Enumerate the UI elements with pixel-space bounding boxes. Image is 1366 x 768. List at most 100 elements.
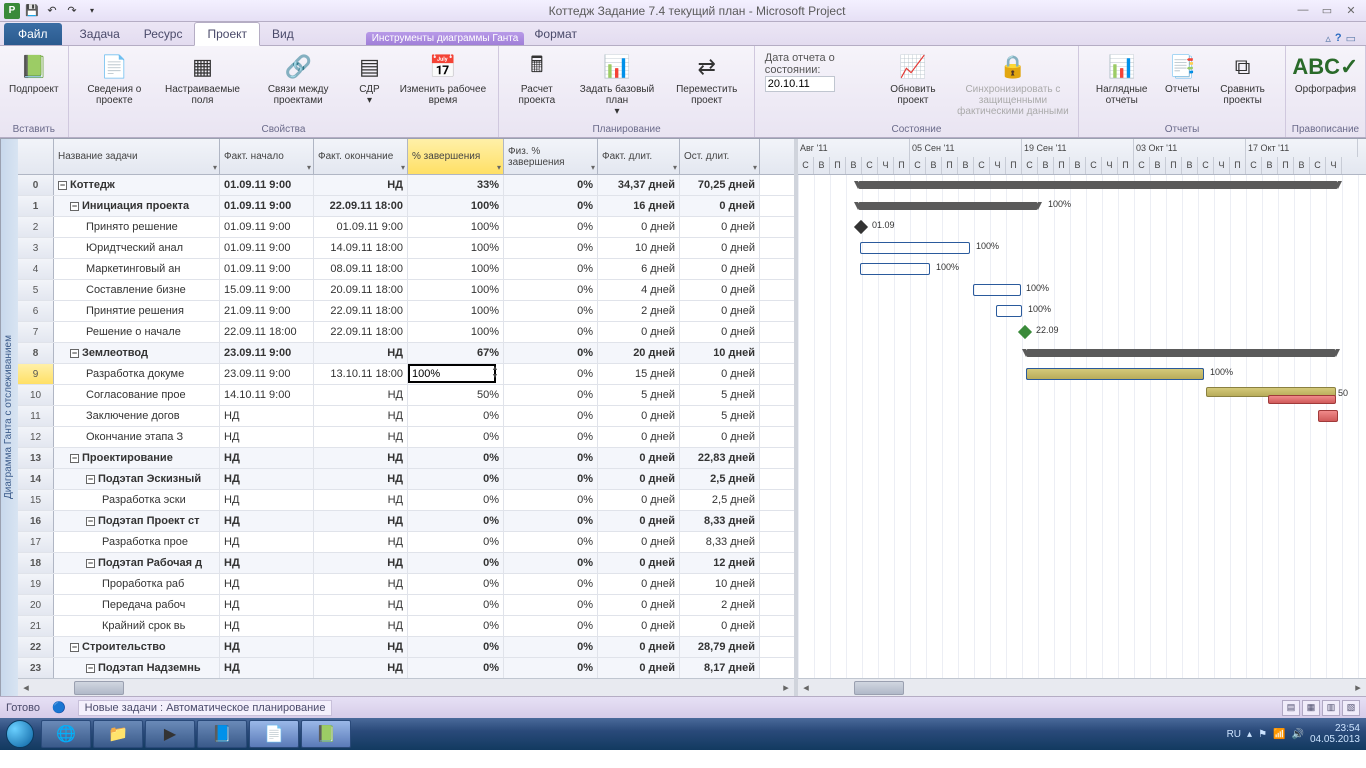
cell-dur[interactable]: 0 дней xyxy=(598,448,680,468)
outline-toggle-icon[interactable]: − xyxy=(70,202,79,211)
taskbar-explorer[interactable]: 📁 xyxy=(93,720,143,748)
cell-start[interactable]: 01.09.11 9:00 xyxy=(220,196,314,216)
tl-day[interactable]: С xyxy=(1198,157,1214,175)
cell-name[interactable]: −Проектирование xyxy=(54,448,220,468)
project-info-button[interactable]: 📄Сведения о проекте xyxy=(73,48,157,109)
tl-day[interactable]: В xyxy=(958,157,974,175)
tl-day[interactable]: П xyxy=(1118,157,1134,175)
wbs-button[interactable]: ▤СДР▾ xyxy=(349,48,389,109)
table-row[interactable]: 2Принято решение01.09.11 9:0001.09.11 9:… xyxy=(18,217,794,238)
row-header[interactable]: 9 xyxy=(18,364,54,384)
row-header[interactable]: 7 xyxy=(18,322,54,342)
scroll-thumb[interactable] xyxy=(74,681,124,695)
cell-start[interactable]: НД xyxy=(220,637,314,657)
table-row[interactable]: 15Разработка эскиНДНД0%0%0 дней2,5 дней xyxy=(18,490,794,511)
cell-start[interactable]: 23.09.11 9:00 xyxy=(220,343,314,363)
outline-toggle-icon[interactable]: − xyxy=(86,475,95,484)
row-header[interactable]: 2 xyxy=(18,217,54,237)
cell-start[interactable]: НД xyxy=(220,448,314,468)
cell-end[interactable]: НД xyxy=(314,532,408,552)
row-header[interactable]: 16 xyxy=(18,511,54,531)
cell-start[interactable]: НД xyxy=(220,511,314,531)
view-team-icon[interactable]: ▥ xyxy=(1322,700,1340,716)
baseline-button[interactable]: 📊Задать базовый план▾ xyxy=(572,48,661,120)
cell-pct[interactable]: 100% xyxy=(408,217,504,237)
update-project-button[interactable]: 📈Обновить проект xyxy=(876,48,950,109)
cell-start[interactable]: НД xyxy=(220,532,314,552)
cell-pct[interactable]: 0% xyxy=(408,490,504,510)
cell-rem[interactable]: 12 дней xyxy=(680,553,760,573)
cell-dur[interactable]: 20 дней xyxy=(598,343,680,363)
table-row[interactable]: 16−Подэтап Проект стНДНД0%0%0 дней8,33 д… xyxy=(18,511,794,532)
cell-end[interactable]: 20.09.11 18:00 xyxy=(314,280,408,300)
cell-name[interactable]: Разработка прое xyxy=(54,532,220,552)
cell-start[interactable]: 01.09.11 9:00 xyxy=(220,259,314,279)
spelling-button[interactable]: ABC✓Орфография xyxy=(1290,48,1361,98)
col-header-dur[interactable]: Факт. длит.▾ xyxy=(598,139,680,174)
cell-pct[interactable]: 0% xyxy=(408,553,504,573)
table-row[interactable]: 12Окончание этапа ЗНДНД0%0%0 дней0 дней xyxy=(18,427,794,448)
row-header[interactable]: 15 xyxy=(18,490,54,510)
cell-phys[interactable]: 0% xyxy=(504,196,598,216)
cell-phys[interactable]: 0% xyxy=(504,385,598,405)
cell-name[interactable]: Окончание этапа З xyxy=(54,427,220,447)
cell-phys[interactable]: 0% xyxy=(504,364,598,384)
row-header[interactable]: 22 xyxy=(18,637,54,657)
outline-toggle-icon[interactable]: − xyxy=(70,643,79,652)
cell-dur[interactable]: 0 дней xyxy=(598,217,680,237)
cell-rem[interactable]: 0 дней xyxy=(680,322,760,342)
table-row[interactable]: 13−ПроектированиеНДНД0%0%0 дней22,83 дне… xyxy=(18,448,794,469)
tl-day[interactable]: С xyxy=(1246,157,1262,175)
compare-button[interactable]: ⧉Сравнить проекты xyxy=(1204,48,1281,109)
cell-dur[interactable]: 0 дней xyxy=(598,532,680,552)
cell-end[interactable]: 14.09.11 18:00 xyxy=(314,238,408,258)
tab-resource[interactable]: Ресурс xyxy=(132,23,195,45)
tl-day[interactable]: В xyxy=(1182,157,1198,175)
gantt-hscroll[interactable]: ◂ ▸ xyxy=(798,678,1366,696)
cell-pct[interactable]: 67% xyxy=(408,343,504,363)
taskbar-wmp[interactable]: ▶ xyxy=(145,720,195,748)
tl-day[interactable]: П xyxy=(830,157,846,175)
outline-toggle-icon[interactable]: − xyxy=(58,181,67,190)
table-row[interactable]: 11Заключение договНДНД0%0%0 дней5 дней xyxy=(18,406,794,427)
cell-pct[interactable]: 33% xyxy=(408,175,504,195)
cell-pct[interactable]: 0% xyxy=(408,637,504,657)
tl-day[interactable]: Ч xyxy=(990,157,1006,175)
cell-rem[interactable]: 0 дней xyxy=(680,616,760,636)
cell-pct[interactable]: 0% xyxy=(408,616,504,636)
tl-day[interactable]: В xyxy=(1262,157,1278,175)
tab-task[interactable]: Задача xyxy=(68,23,132,45)
dropdown-icon[interactable]: ▾ xyxy=(401,163,405,172)
tl-day[interactable]: С xyxy=(910,157,926,175)
cell-dur[interactable]: 5 дней xyxy=(598,385,680,405)
cell-pct[interactable]: 100% xyxy=(408,322,504,342)
scroll-left-icon[interactable]: ◂ xyxy=(798,681,814,694)
dropdown-icon[interactable]: ▾ xyxy=(673,163,677,172)
cell-phys[interactable]: 0% xyxy=(504,259,598,279)
cell-dur[interactable]: 15 дней xyxy=(598,364,680,384)
tl-day[interactable]: В xyxy=(1070,157,1086,175)
col-header-name[interactable]: Название задачи▾ xyxy=(54,139,220,174)
cell-pct[interactable]: 0% xyxy=(408,406,504,426)
cell-phys[interactable]: 0% xyxy=(504,469,598,489)
gantt-task-bar[interactable] xyxy=(973,284,1021,296)
cell-dur[interactable]: 0 дней xyxy=(598,427,680,447)
tl-day[interactable]: В xyxy=(1038,157,1054,175)
file-tab[interactable]: Файл xyxy=(4,23,62,45)
cell-name[interactable]: Решение о начале xyxy=(54,322,220,342)
tray-network-icon[interactable]: 📶 xyxy=(1273,729,1285,740)
cell-pct[interactable]: 0% xyxy=(408,532,504,552)
cell-end[interactable]: 08.09.11 18:00 xyxy=(314,259,408,279)
cell-end[interactable]: НД xyxy=(314,490,408,510)
tl-day[interactable]: В xyxy=(926,157,942,175)
status-date-input[interactable] xyxy=(765,76,835,92)
row-header[interactable]: 10 xyxy=(18,385,54,405)
subproject-button[interactable]: 📗 Подпроект xyxy=(4,48,64,98)
pct-editor-input[interactable] xyxy=(408,364,496,383)
cell-dur[interactable]: 0 дней xyxy=(598,637,680,657)
tray-up-icon[interactable]: ▴ xyxy=(1247,729,1252,740)
cell-dur[interactable]: 0 дней xyxy=(598,595,680,615)
select-all-corner[interactable] xyxy=(18,139,54,174)
tl-day[interactable]: П xyxy=(1006,157,1022,175)
cell-pct[interactable]: 100% xyxy=(408,196,504,216)
